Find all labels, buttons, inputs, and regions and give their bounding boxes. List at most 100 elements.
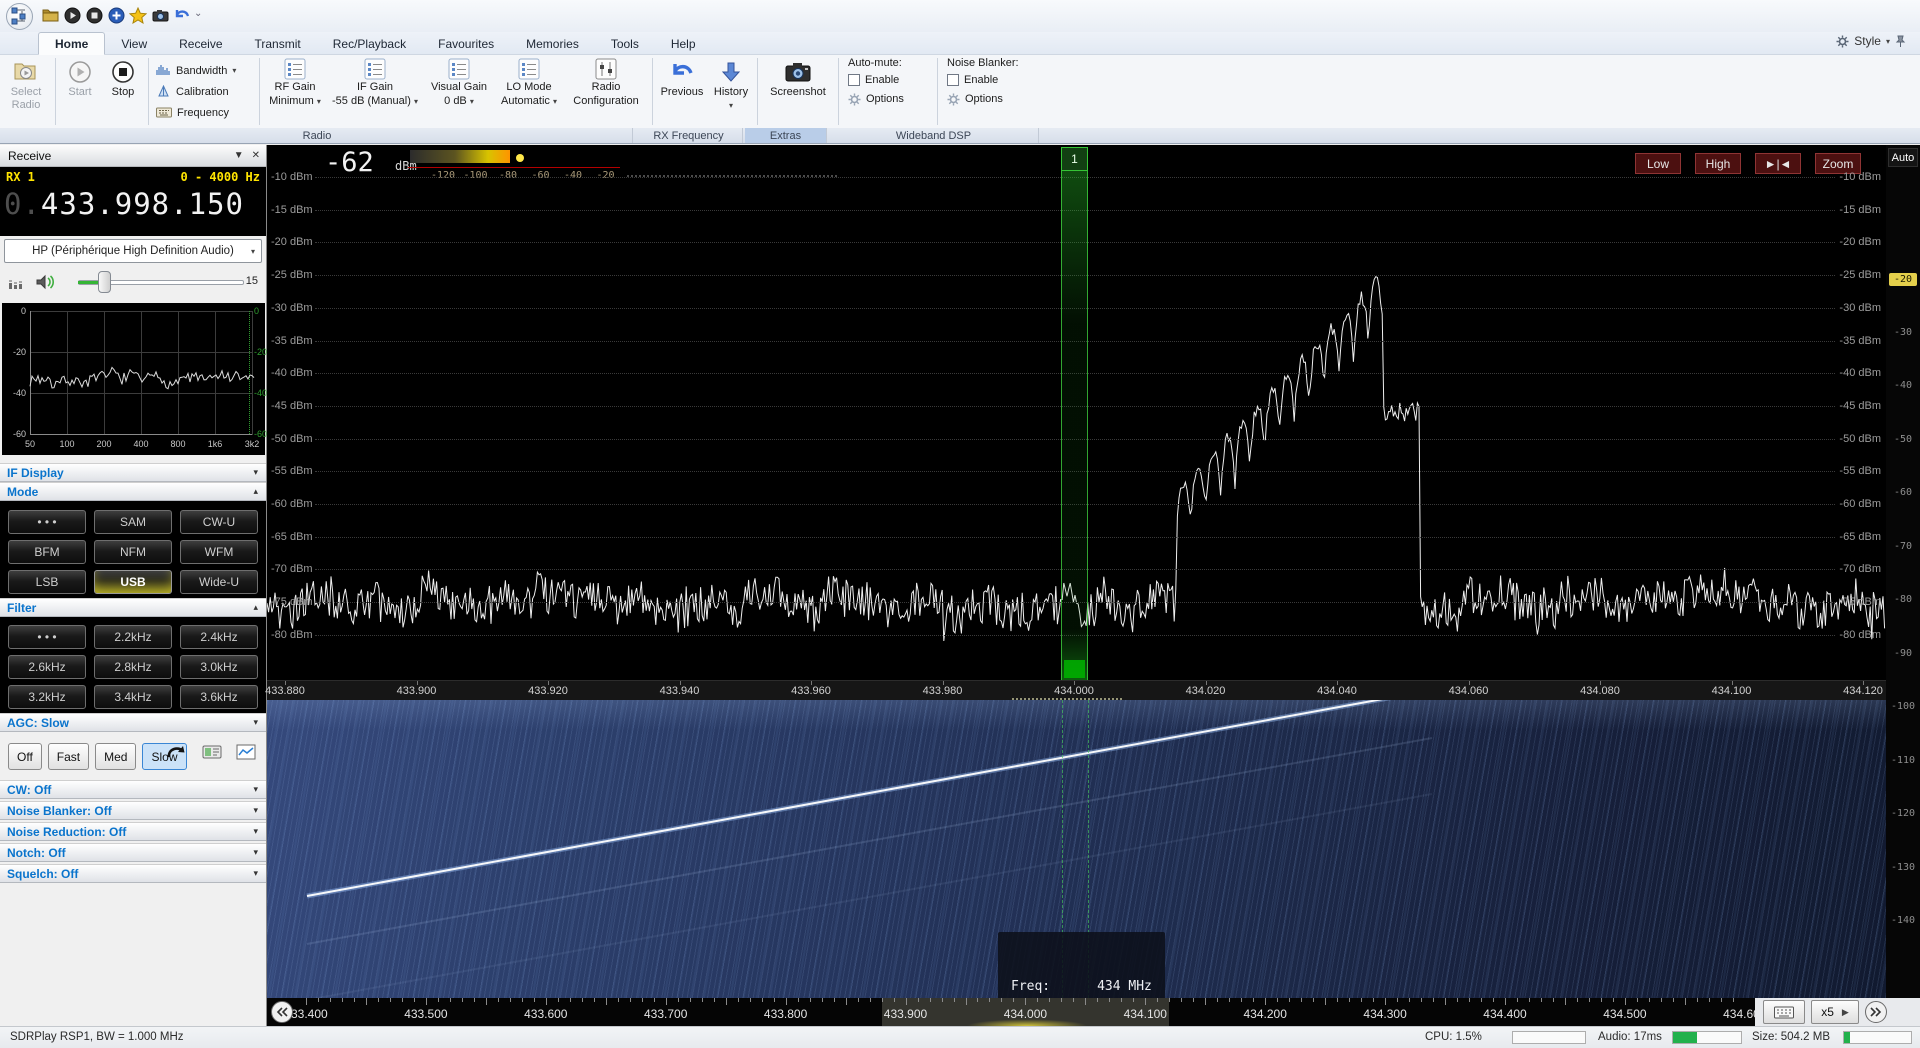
level-scale-label[interactable]: -40	[1886, 380, 1920, 391]
noise-blanker-options-button[interactable]: Options	[947, 91, 1035, 107]
filter-button-2-4khz[interactable]: 2.4kHz	[180, 625, 258, 649]
navigator-scale[interactable]: 433.400433.500433.600433.700433.800433.9…	[267, 998, 1755, 1026]
stop-button-quick[interactable]	[84, 5, 104, 25]
level-scale-label[interactable]: -130	[1886, 862, 1920, 873]
level-scale-label[interactable]: -120	[1886, 808, 1920, 819]
range-button-center[interactable]: ►|◄	[1755, 153, 1801, 174]
mode-button-sam[interactable]: SAM	[94, 510, 172, 534]
screenshot-button-quick[interactable]	[150, 5, 170, 25]
style-control[interactable]: Style ▾	[1836, 34, 1906, 48]
range-button-high[interactable]: High	[1695, 153, 1741, 174]
mode-button-bfm[interactable]: BFM	[8, 540, 86, 564]
level-scale-label[interactable]: -90	[1886, 648, 1920, 659]
tab-transmit[interactable]: Transmit	[239, 32, 317, 55]
level-scale-label[interactable]: -20	[1889, 273, 1917, 286]
screenshot-button[interactable]: Screenshot	[761, 55, 835, 128]
mode-button-wfm[interactable]: WFM	[180, 540, 258, 564]
previous-frequency-button[interactable]: Previous	[656, 55, 708, 128]
start-button[interactable]: Start	[59, 55, 101, 128]
undo-button-quick[interactable]	[172, 5, 192, 25]
waterfall-level-scale[interactable]: Auto -20-30-40-50-60-70-80-90-100-110-12…	[1886, 145, 1920, 998]
if-gain-button[interactable]: IF Gain -55 dB (Manual) ▾	[327, 55, 423, 128]
automute-enable-checkbox[interactable]: Enable	[848, 72, 928, 88]
select-radio-button[interactable]: Select Radio	[0, 55, 52, 128]
level-scale-label[interactable]: -60	[1886, 487, 1920, 498]
stop-button[interactable]: Stop	[101, 55, 145, 128]
add-favourite-button[interactable]	[106, 5, 126, 25]
agc-button-off[interactable]: Off	[8, 743, 42, 770]
quick-access-more-button[interactable]: ⌄	[194, 8, 202, 19]
receive-panel-header[interactable]: Receive ▼ ✕	[0, 145, 266, 167]
level-scale-label[interactable]: -140	[1886, 915, 1920, 926]
pin-icon[interactable]	[1895, 35, 1906, 48]
level-scale-label[interactable]: -110	[1886, 755, 1920, 766]
lo-mode-button[interactable]: LO Mode Automatic ▾	[495, 55, 563, 128]
section-squelch[interactable]: Squelch: Off▾	[0, 864, 266, 883]
start-button-quick[interactable]	[62, 5, 82, 25]
tab-help[interactable]: Help	[655, 32, 712, 55]
section-cw[interactable]: CW: Off▾	[0, 780, 266, 799]
open-folder-button[interactable]	[40, 5, 60, 25]
filter-button-3-2khz[interactable]: 3.2kHz	[8, 685, 86, 709]
volume-slider-thumb[interactable]	[98, 271, 111, 293]
range-button-low[interactable]: Low	[1635, 153, 1681, 174]
tab-favourites[interactable]: Favourites	[422, 32, 510, 55]
bandwidth-button[interactable]: Bandwidth ▾	[156, 61, 252, 80]
filter-button-2-6khz[interactable]: 2.6kHz	[8, 655, 86, 679]
waterfall-display[interactable]: Freq: 434 MHz Span: ±122.745 kHz	[267, 700, 1886, 998]
navigator-back-button[interactable]	[271, 1001, 293, 1023]
frequency-button[interactable]: Frequency	[156, 103, 252, 122]
radio-configuration-button[interactable]: Radio Configuration	[563, 55, 649, 128]
level-scale-label[interactable]: -50	[1886, 434, 1920, 445]
equalizer-icon[interactable]	[8, 274, 24, 290]
section-if-display[interactable]: IF Display▾	[0, 463, 266, 482]
if-spectrum-display[interactable]: -62 dBm 1 -120-100-80-60-40-20LowHigh►|◄…	[267, 145, 1886, 680]
automute-options-button[interactable]: Options	[848, 91, 928, 107]
auto-range-button[interactable]: Auto	[1888, 148, 1918, 167]
mode-button-lsb[interactable]: LSB	[8, 570, 86, 594]
rx-marker-band[interactable]	[1061, 171, 1088, 680]
rf-gain-button[interactable]: RF Gain Minimum ▾	[263, 55, 327, 128]
section-noise-reduction[interactable]: Noise Reduction: Off▾	[0, 822, 266, 841]
visual-gain-button[interactable]: Visual Gain 0 dB ▾	[423, 55, 495, 128]
zoom-x5-button[interactable]: x5 ▶	[1811, 1000, 1859, 1024]
filter-button-2-8khz[interactable]: 2.8kHz	[94, 655, 172, 679]
tab-tools[interactable]: Tools	[595, 32, 655, 55]
panel-close-icon[interactable]: ✕	[252, 150, 260, 161]
level-scale-label[interactable]: -30	[1886, 327, 1920, 338]
rx-marker-tab[interactable]: 1	[1061, 147, 1088, 171]
agc-button-med[interactable]: Med	[95, 743, 136, 770]
filter-button-2-2khz[interactable]: 2.2kHz	[94, 625, 172, 649]
section-filter[interactable]: Filter▴	[0, 598, 266, 617]
agc-graph-icon[interactable]	[236, 744, 256, 760]
level-scale-label[interactable]: -80	[1886, 594, 1920, 605]
mode-button-nfm[interactable]: NFM	[94, 540, 172, 564]
tab-view[interactable]: View	[105, 32, 163, 55]
noise-blanker-enable-checkbox[interactable]: Enable	[947, 72, 1035, 88]
mode-button-wide-u[interactable]: Wide-U	[180, 570, 258, 594]
agc-presets-icon[interactable]	[202, 744, 222, 760]
section-noise-blanker[interactable]: Noise Blanker: Off▾	[0, 801, 266, 820]
filter-button-3-0khz[interactable]: 3.0kHz	[180, 655, 258, 679]
app-menu-button[interactable]	[6, 3, 33, 30]
agc-button-fast[interactable]: Fast	[48, 743, 89, 770]
tab-home[interactable]: Home	[38, 32, 105, 55]
filter-button--[interactable]: • • •	[8, 625, 86, 649]
mode-button-usb[interactable]: USB	[94, 570, 172, 594]
navigator-forward-button[interactable]	[1865, 1001, 1887, 1023]
section-notch[interactable]: Notch: Off▾	[0, 843, 266, 862]
tab-rec-playback[interactable]: Rec/Playback	[317, 32, 422, 55]
speaker-icon[interactable]	[36, 273, 56, 291]
level-scale-label[interactable]: -100	[1886, 701, 1920, 712]
tab-memories[interactable]: Memories	[510, 32, 595, 55]
panel-collapse-icon[interactable]: ▼	[234, 150, 244, 161]
filter-button-3-6khz[interactable]: 3.6kHz	[180, 685, 258, 709]
spectrum-frequency-axis[interactable]: 433.880433.900433.920433.940433.960433.9…	[267, 680, 1886, 700]
tuned-frequency[interactable]: 0.433.998.150	[4, 187, 244, 221]
calibration-button[interactable]: Calibration	[156, 82, 252, 101]
filter-button-3-4khz[interactable]: 3.4kHz	[94, 685, 172, 709]
history-button[interactable]: History ▾	[708, 55, 754, 128]
section-mode[interactable]: Mode▴	[0, 482, 266, 501]
audio-device-select[interactable]: HP (Périphérique High Definition Audio) …	[4, 239, 262, 263]
tab-receive[interactable]: Receive	[163, 32, 238, 55]
